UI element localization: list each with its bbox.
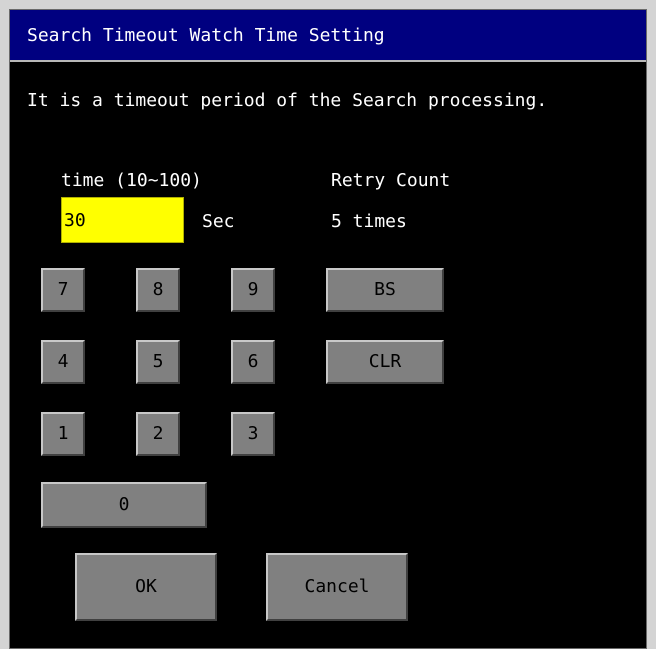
description-text: It is a timeout period of the Search pro… — [27, 90, 548, 111]
key-4[interactable]: 4 — [41, 340, 85, 384]
dialog-panel: Search Timeout Watch Time Setting It is … — [9, 9, 647, 649]
key-9[interactable]: 9 — [231, 268, 275, 312]
clear-button[interactable]: CLR — [326, 340, 444, 384]
key-1[interactable]: 1 — [41, 412, 85, 456]
time-input[interactable]: 30 — [61, 197, 184, 243]
retry-count-label: Retry Count — [331, 170, 451, 191]
key-6[interactable]: 6 — [231, 340, 275, 384]
backspace-button[interactable]: BS — [326, 268, 444, 312]
key-8[interactable]: 8 — [136, 268, 180, 312]
title-bar: Search Timeout Watch Time Setting — [10, 10, 646, 62]
key-3[interactable]: 3 — [231, 412, 275, 456]
key-7[interactable]: 7 — [41, 268, 85, 312]
time-unit-label: Sec — [202, 211, 235, 232]
cancel-button[interactable]: Cancel — [266, 553, 408, 621]
key-0[interactable]: 0 — [41, 482, 207, 528]
key-5[interactable]: 5 — [136, 340, 180, 384]
retry-count-value: 5 times — [331, 211, 407, 232]
time-range-label: time (10~100) — [61, 170, 202, 191]
ok-button[interactable]: OK — [75, 553, 217, 621]
key-2[interactable]: 2 — [136, 412, 180, 456]
